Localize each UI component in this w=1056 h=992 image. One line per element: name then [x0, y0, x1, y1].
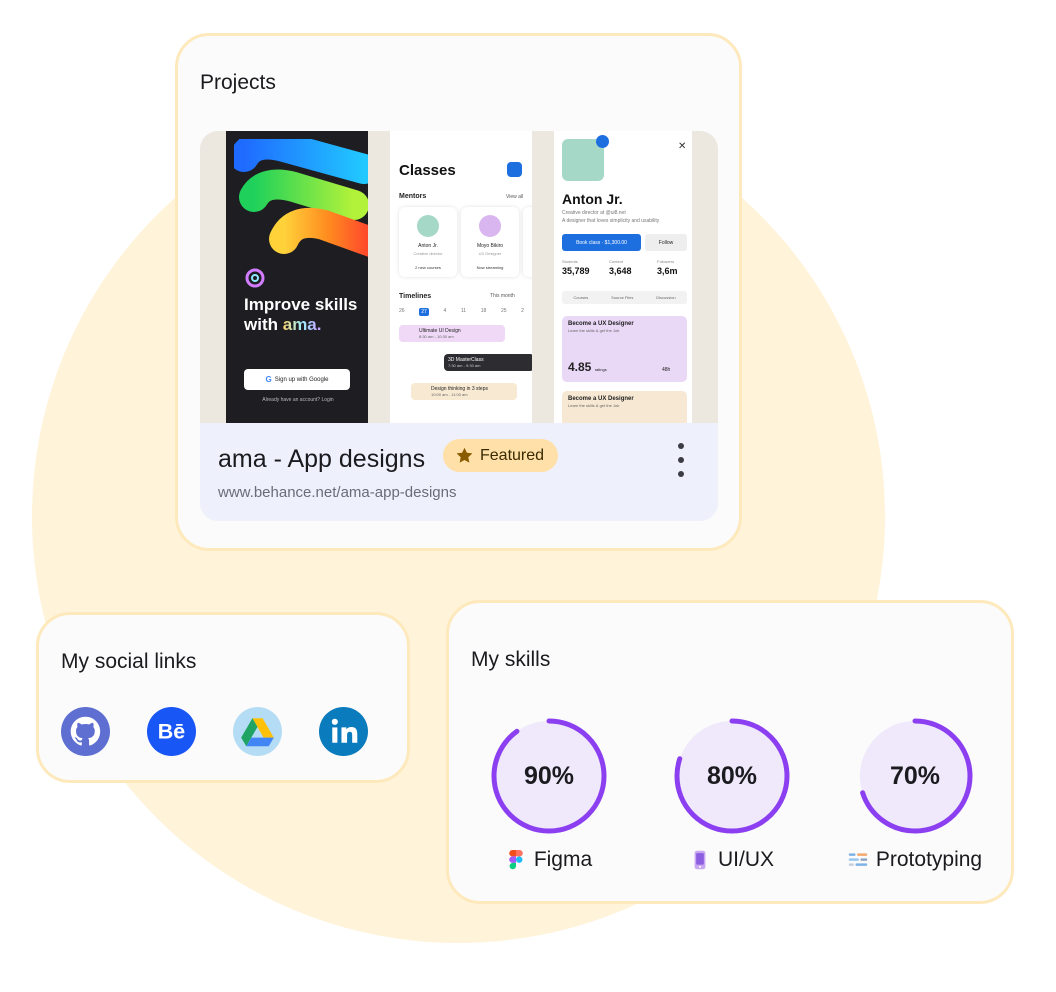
mentor-card: Anton Jr. Creative director 2 new course…	[399, 207, 457, 277]
behance-icon: Bē	[147, 707, 196, 756]
projects-card: Projects Improve skills with ama. G Sign…	[175, 33, 742, 551]
skill-label: Prototyping	[835, 848, 995, 872]
skills-title: My skills	[471, 648, 551, 671]
project-item[interactable]: Improve skills with ama. G Sign up with G…	[200, 131, 718, 521]
stat-label: Followers	[657, 259, 675, 264]
projects-title: Projects	[200, 71, 276, 94]
skill-label: Figma	[469, 848, 629, 872]
stat-label: Students	[562, 259, 578, 264]
github-icon	[61, 707, 110, 756]
google-signup-button: G Sign up with Google	[244, 369, 350, 390]
social-links-row: Bē	[61, 707, 368, 756]
featured-badge: Featured	[443, 439, 559, 472]
skill-prototyping: 70% Prototyping	[835, 718, 995, 878]
preview-profile-screen: ✕ Anton Jr. Creative director at @ui8.ne…	[554, 131, 692, 423]
profile-bio: Creative director at @ui8.net A designer …	[562, 210, 660, 224]
google-icon: G	[265, 375, 272, 384]
mobile-design-icon	[694, 850, 706, 870]
login-text: Already have an account? Login	[262, 397, 334, 403]
mentor-card: Moyo Bikiro UX Designer Now streaming	[461, 207, 519, 277]
mentors-label: Mentors	[399, 193, 427, 200]
project-preview-image: Improve skills with ama. G Sign up with G…	[200, 131, 718, 423]
stat-value: 35,789	[562, 266, 590, 276]
stat-value: 3,6m	[657, 266, 678, 276]
follow-button: Follow	[645, 234, 687, 251]
verified-badge-icon	[596, 135, 609, 148]
mentor-avatar	[417, 215, 439, 237]
classes-title: Classes	[399, 162, 456, 179]
prototyping-icon	[848, 853, 868, 866]
github-link[interactable]	[61, 707, 110, 756]
social-links-card: My social links Bē	[36, 612, 410, 783]
ribbon-art	[234, 139, 368, 257]
skills-card: My skills 90% Figma 80% UI/UX 70% Protot…	[446, 600, 1014, 904]
profile-name: Anton Jr.	[562, 191, 623, 207]
profile-tabs: Courses Source Files Discussion	[562, 291, 687, 304]
timeline-event: Design thinking in 3 steps 10:00 am - 11…	[411, 383, 517, 400]
course-card: Become a UX Designer Learn the skills & …	[562, 316, 687, 382]
timeline-event: Ultimate UI Design 8:30 am - 10:30 am	[399, 325, 505, 342]
preview-splash-screen: Improve skills with ama. G Sign up with G…	[226, 131, 368, 423]
mentor-card-partial	[523, 207, 532, 277]
featured-badge-label: Featured	[480, 446, 545, 464]
social-links-title: My social links	[61, 650, 197, 673]
ama-logo-icon	[245, 268, 265, 288]
more-options-icon[interactable]	[672, 443, 690, 477]
timeline-days: 26 27 4 11 18 25 2	[399, 308, 524, 316]
google-drive-link[interactable]	[233, 707, 282, 756]
linkedin-link[interactable]	[319, 707, 368, 756]
course-card: Become a UX Designer Learn the skills & …	[562, 391, 687, 423]
view-all-link: View all	[506, 194, 524, 200]
stage: Projects Improve skills with ama. G Sign…	[0, 0, 1056, 992]
linkedin-icon	[319, 707, 368, 756]
skill-figma: 90% Figma	[469, 718, 629, 878]
svg-text:Bē: Bē	[158, 720, 185, 744]
timeline-event: 3D MasterClass 7:30 am - 9:30 am	[444, 354, 532, 371]
star-icon	[456, 447, 473, 463]
google-drive-icon	[233, 707, 282, 756]
book-class-button: Book class · $1,300.00	[562, 234, 641, 251]
timeline-label: Timelines	[399, 293, 432, 300]
month-selector: This month	[490, 293, 515, 299]
classes-app-icon	[507, 162, 522, 177]
project-name[interactable]: ama - App designs	[218, 445, 425, 474]
project-url[interactable]: www.behance.net/ama-app-designs	[218, 484, 456, 501]
splash-headline: Improve skills with ama.	[244, 295, 358, 334]
skill-percent: 80%	[706, 761, 758, 790]
behance-link[interactable]: Bē	[147, 707, 196, 756]
stat-value: 3,648	[609, 266, 632, 276]
skill-label: UI/UX	[652, 848, 812, 872]
skill-percent: 90%	[523, 761, 575, 790]
stat-label: Content	[609, 259, 624, 264]
preview-classes-screen: Classes Mentors View all Anton Jr. Creat…	[390, 131, 532, 423]
skill-percent: 70%	[889, 761, 941, 790]
mentor-avatar	[479, 215, 501, 237]
project-info: ama - App designs Featured www.behance.n…	[200, 423, 718, 521]
figma-icon	[509, 850, 523, 870]
skill-uiux: 80% UI/UX	[652, 718, 812, 878]
close-icon: ✕	[678, 141, 687, 152]
